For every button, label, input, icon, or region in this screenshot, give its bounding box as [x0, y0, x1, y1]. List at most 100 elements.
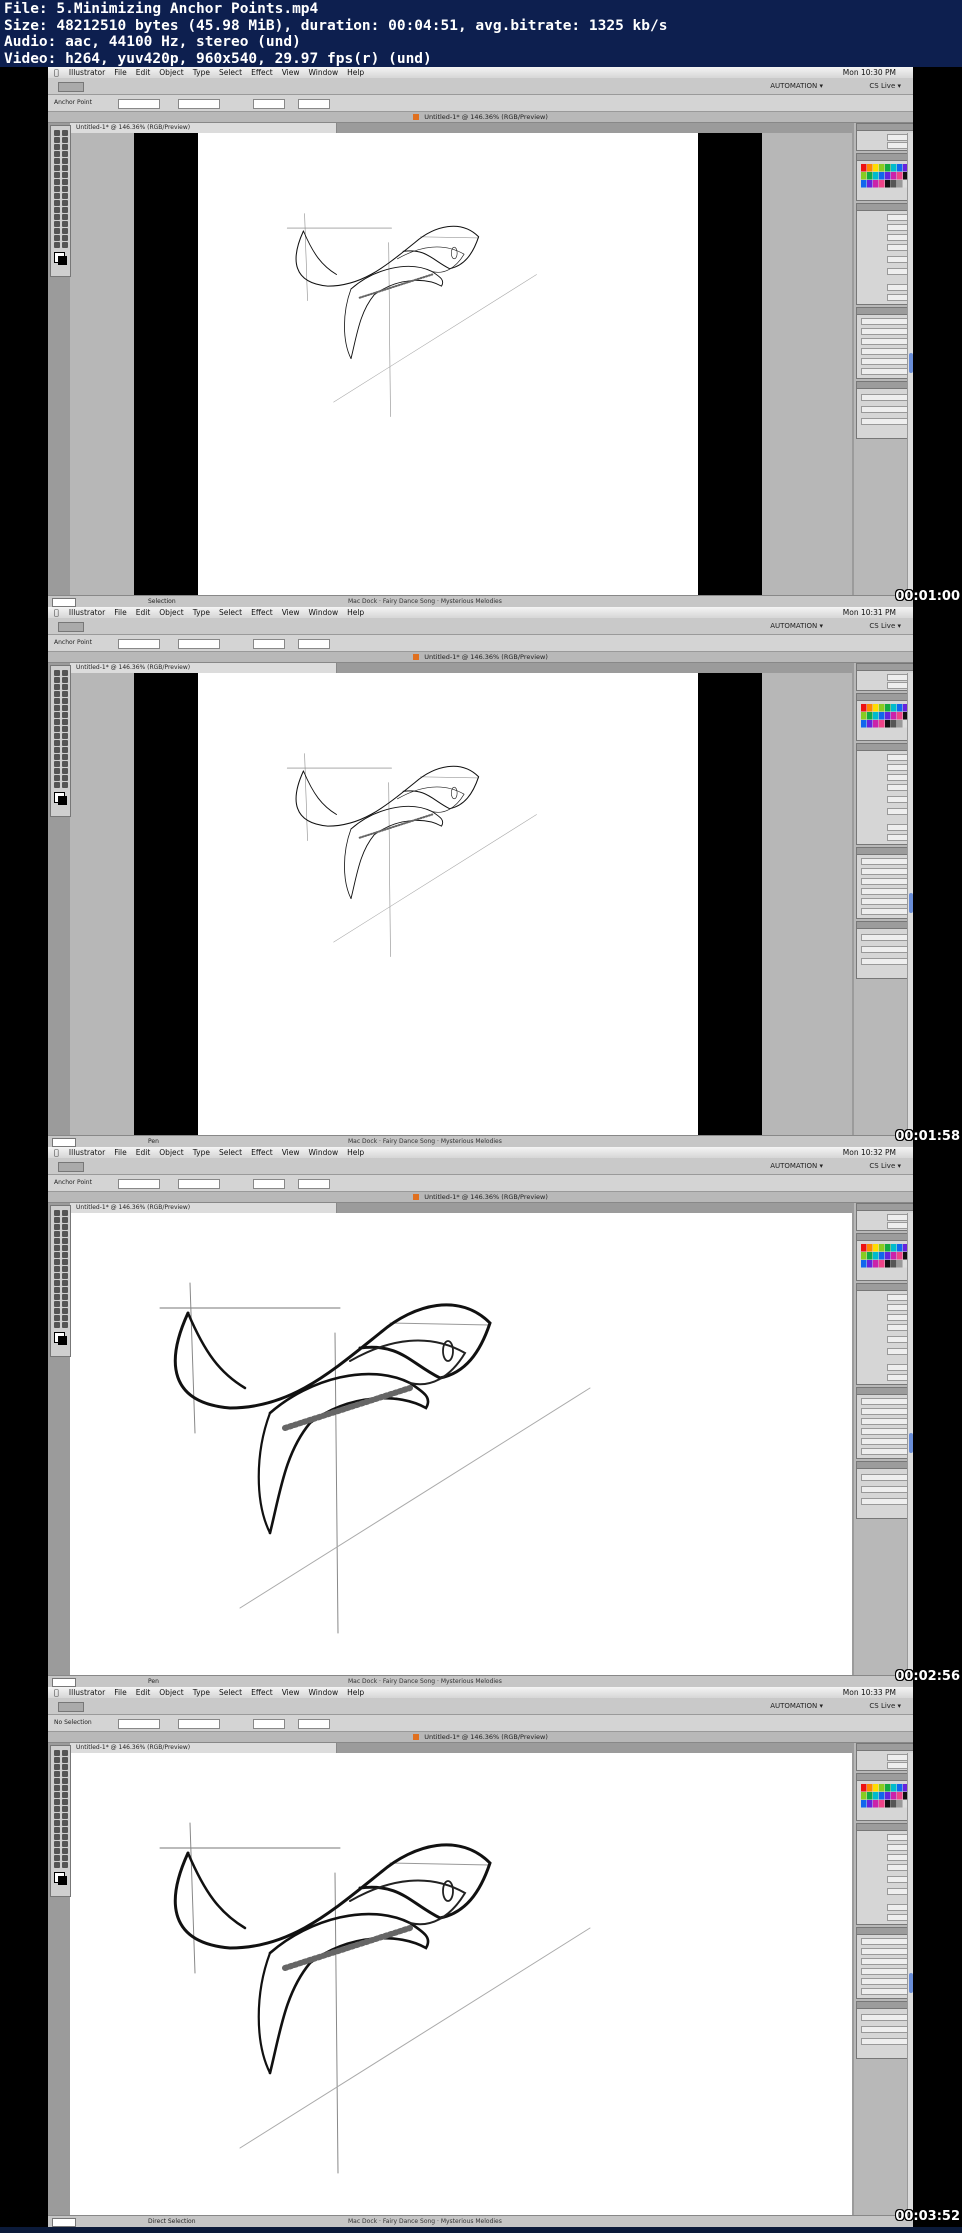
tool-icon[interactable] [54, 228, 60, 234]
character-field[interactable] [861, 358, 913, 365]
tool-icon[interactable] [62, 1813, 68, 1819]
menu-item[interactable]: View [282, 68, 300, 77]
tool-icon[interactable] [54, 207, 60, 213]
tool-icon[interactable] [54, 193, 60, 199]
tool-icon[interactable] [54, 1308, 60, 1314]
tool-icon[interactable] [54, 144, 60, 150]
menu-item[interactable]: Illustrator [69, 68, 105, 77]
tool-icon[interactable] [54, 1273, 60, 1279]
document-tab[interactable]: Untitled-1* @ 146.36% (RGB/Preview) [70, 123, 337, 133]
swatch-grid[interactable] [861, 1784, 913, 1810]
artboard-canvas[interactable] [70, 1753, 852, 2215]
tool-icon[interactable] [62, 705, 68, 711]
tool-icon[interactable] [62, 1820, 68, 1826]
character-field[interactable] [861, 1418, 913, 1425]
tool-icon[interactable] [62, 186, 68, 192]
tool-icon[interactable] [62, 1308, 68, 1314]
menu-item[interactable]: Effect [251, 1688, 273, 1697]
swatch-grid[interactable] [861, 1244, 913, 1270]
character-field[interactable] [861, 1398, 913, 1405]
tool-icon[interactable] [54, 186, 60, 192]
tool-icon[interactable] [62, 1287, 68, 1293]
stroke-swatch[interactable] [58, 796, 67, 805]
tool-icon[interactable] [62, 1245, 68, 1251]
tool-icon[interactable] [54, 733, 60, 739]
tool-icon[interactable] [62, 193, 68, 199]
tool-icon[interactable] [62, 1266, 68, 1272]
document-tab[interactable]: Untitled-1* @ 146.36% (RGB/Preview) [70, 1743, 337, 1753]
character-field[interactable] [861, 1978, 913, 1985]
apple-icon[interactable]:  [54, 608, 59, 617]
menu-item[interactable]: Object [159, 68, 183, 77]
tool-icon[interactable] [62, 172, 68, 178]
control-field[interactable] [118, 1719, 160, 1729]
scroll-thumb[interactable] [909, 1973, 913, 1993]
character-field[interactable] [861, 1938, 913, 1945]
panel-row[interactable] [861, 2014, 913, 2021]
tool-icon[interactable] [54, 1259, 60, 1265]
tool-icon[interactable] [62, 179, 68, 185]
swatch-grid[interactable] [861, 704, 913, 730]
tool-icon[interactable] [54, 775, 60, 781]
tool-icon[interactable] [54, 1238, 60, 1244]
scroll-thumb[interactable] [909, 353, 913, 373]
menu-item[interactable]: View [282, 1148, 300, 1157]
tool-icon[interactable] [54, 754, 60, 760]
tool-icon[interactable] [62, 1785, 68, 1791]
panel-header[interactable] [857, 848, 913, 855]
menu-item[interactable]: Effect [251, 608, 273, 617]
tool-icon[interactable] [62, 1750, 68, 1756]
tool-icon[interactable] [54, 677, 60, 683]
stroke-swatch[interactable] [58, 256, 67, 265]
character-field[interactable] [861, 888, 913, 895]
tool-icon[interactable] [54, 670, 60, 676]
tool-icon[interactable] [62, 768, 68, 774]
tool-icon[interactable] [62, 242, 68, 248]
tool-icon[interactable] [62, 1855, 68, 1861]
panel-header[interactable] [857, 1284, 913, 1291]
tool-icon[interactable] [62, 677, 68, 683]
bridge-button[interactable] [58, 1162, 84, 1172]
workspace-switcher[interactable]: AUTOMATION ▾ [770, 1698, 823, 1714]
tool-icon[interactable] [62, 158, 68, 164]
tool-icon[interactable] [62, 747, 68, 753]
tool-icon[interactable] [62, 137, 68, 143]
menu-item[interactable]: Type [193, 608, 210, 617]
tool-icon[interactable] [54, 1834, 60, 1840]
tool-icon[interactable] [54, 158, 60, 164]
tool-icon[interactable] [54, 705, 60, 711]
swatch-grid[interactable] [861, 164, 913, 190]
tool-icon[interactable] [62, 130, 68, 136]
tool-icon[interactable] [62, 1764, 68, 1770]
panel-header[interactable] [857, 382, 913, 389]
panel-header[interactable] [857, 922, 913, 929]
tool-icon[interactable] [54, 1827, 60, 1833]
panel-header[interactable] [857, 1744, 913, 1751]
tool-icon[interactable] [62, 1301, 68, 1307]
character-field[interactable] [861, 868, 913, 875]
tool-icon[interactable] [54, 1315, 60, 1321]
tool-icon[interactable] [54, 1757, 60, 1763]
panel-row[interactable] [861, 2026, 913, 2033]
tool-icon[interactable] [54, 200, 60, 206]
menu-item[interactable]: Type [193, 1148, 210, 1157]
panel-row[interactable] [861, 1474, 913, 1481]
tool-icon[interactable] [62, 1792, 68, 1798]
tool-icon[interactable] [62, 754, 68, 760]
character-field[interactable] [861, 338, 913, 345]
tool-icon[interactable] [54, 1813, 60, 1819]
tool-icon[interactable] [54, 1764, 60, 1770]
artboard-canvas[interactable] [70, 673, 852, 1135]
panel-header[interactable] [857, 1928, 913, 1935]
tool-icon[interactable] [54, 1750, 60, 1756]
character-field[interactable] [861, 1988, 913, 1995]
tool-icon[interactable] [54, 1301, 60, 1307]
control-field[interactable] [178, 639, 220, 649]
tool-icon[interactable] [62, 1841, 68, 1847]
tool-icon[interactable] [54, 726, 60, 732]
tool-icon[interactable] [54, 1785, 60, 1791]
menu-item[interactable]: Type [193, 1688, 210, 1697]
menu-item[interactable]: Help [347, 68, 364, 77]
cs-live-button[interactable]: CS Live ▾ [869, 618, 901, 634]
tool-icon[interactable] [54, 740, 60, 746]
